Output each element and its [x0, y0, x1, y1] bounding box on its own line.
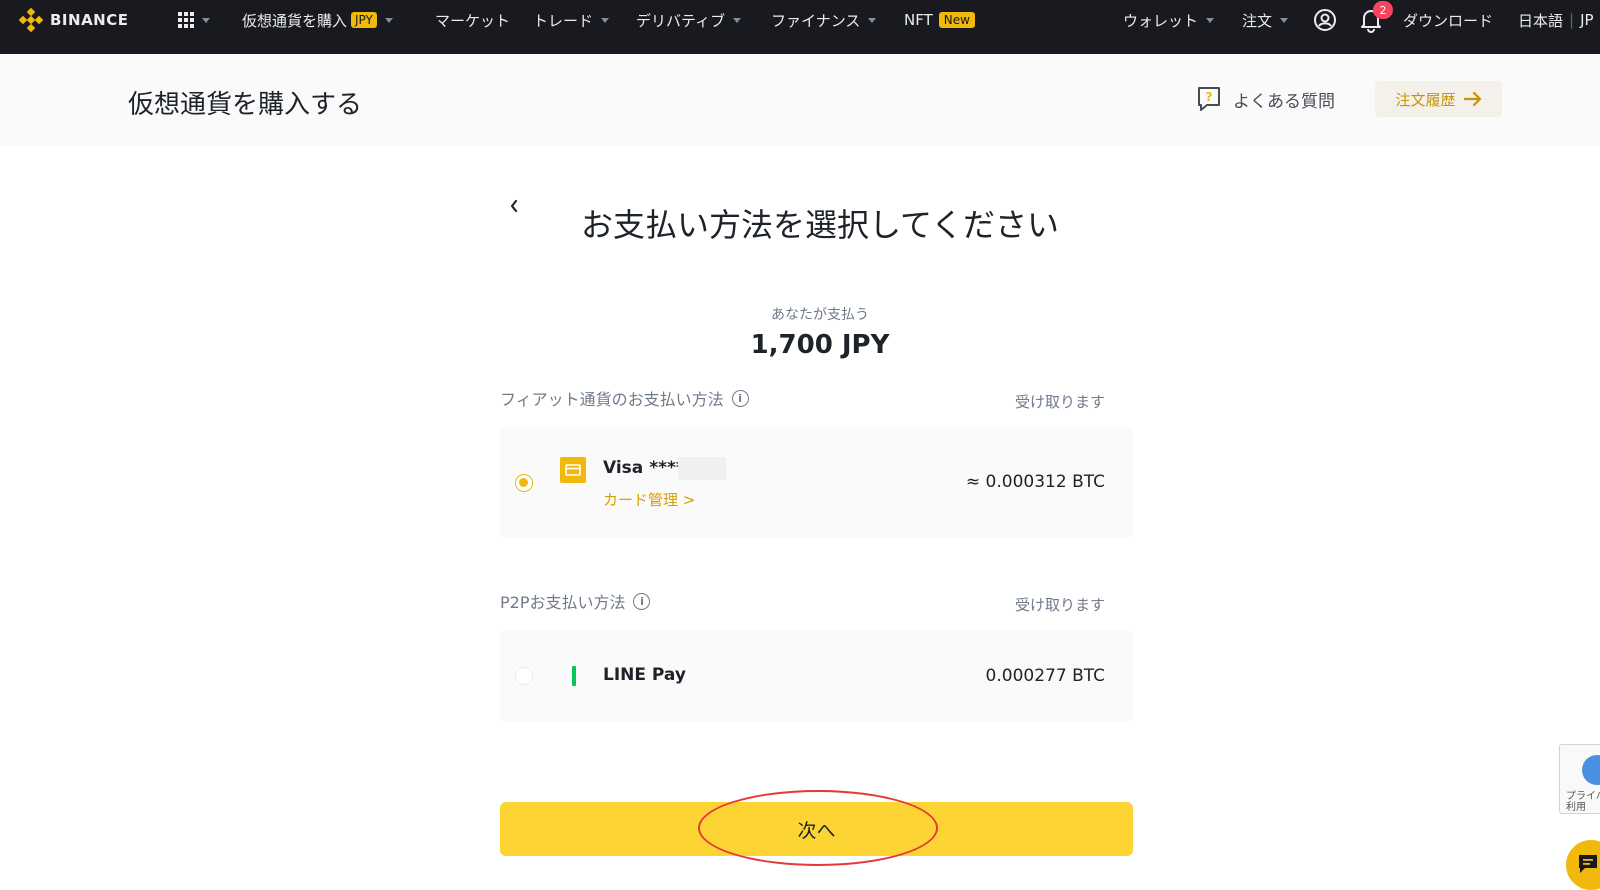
nav-trade[interactable]: トレード — [533, 0, 610, 40]
nav-markets-label: マーケット — [435, 11, 511, 30]
recaptcha-text-line2: 利用 — [1566, 802, 1586, 813]
p2p-radio[interactable] — [515, 667, 533, 685]
next-button[interactable]: 次へ — [500, 802, 1133, 856]
faq-link[interactable]: ? よくある質問 — [1197, 86, 1335, 112]
nav-finance-label: ファイナンス — [771, 11, 861, 30]
nav-trade-label: トレード — [533, 11, 594, 30]
binance-diamond-icon — [18, 7, 44, 33]
question-bubble-icon: ? — [1198, 87, 1220, 111]
nav-derivatives-label: デリバティブ — [636, 11, 726, 30]
top-navbar: BINANCE 仮想通貨を購入 JPY マーケット トレード デリバティブ ファ… — [0, 0, 1600, 54]
nav-derivatives[interactable]: デリバティブ — [636, 0, 742, 40]
notification-count-badge: 2 — [1373, 1, 1393, 19]
currency-label: JP — [1580, 11, 1594, 29]
apps-grid-icon — [178, 12, 194, 28]
card-icon — [560, 457, 586, 483]
p2p-section-title: P2Pお支払い方法 — [500, 593, 626, 612]
recaptcha-badge[interactable]: プライバ 利用 — [1559, 744, 1600, 814]
chevron-down-icon — [1280, 17, 1289, 23]
fiat-receive-label: 受け取ります — [1014, 393, 1105, 411]
chevron-down-icon — [868, 17, 877, 23]
chevron-down-icon — [601, 17, 610, 23]
masked-card-digits — [678, 457, 726, 480]
recaptcha-text-line1: プライバ — [1566, 791, 1600, 802]
faq-label: よくある質問 — [1233, 91, 1335, 112]
nav-download[interactable]: ダウンロード — [1403, 0, 1493, 40]
apps-menu-button[interactable] — [178, 0, 210, 40]
order-history-button[interactable]: 注文履歴 — [1375, 81, 1502, 117]
fiat-payment-option[interactable]: Visa **** カード管理 > ≈ 0.000312 BTC — [500, 427, 1133, 538]
account-button[interactable] — [1313, 0, 1337, 40]
page-header: 仮想通貨を購入する ? よくある質問 注文履歴 — [0, 54, 1600, 146]
currency-badge: JPY — [351, 12, 377, 28]
nav-nft-label: NFT — [904, 11, 933, 29]
chevron-down-icon — [733, 17, 742, 23]
recaptcha-text: プライバ 利用 — [1566, 791, 1600, 813]
fiat-radio[interactable] — [515, 474, 533, 492]
line-pay-icon — [572, 666, 576, 686]
nav-download-label: ダウンロード — [1403, 11, 1494, 30]
p2p-payment-option[interactable]: LINE Pay 0.000277 BTC — [500, 630, 1133, 722]
nav-wallet[interactable]: ウォレット — [1123, 0, 1215, 40]
fiat-section-label: フィアット通貨のお支払い方法 i — [500, 386, 749, 410]
manage-cards-link[interactable]: カード管理 > — [603, 489, 695, 510]
you-pay-amount: 1,700 JPY — [750, 330, 890, 360]
chat-icon — [1579, 855, 1597, 873]
nav-buy-crypto[interactable]: 仮想通貨を購入 JPY — [242, 0, 393, 40]
you-pay-label: あなたが支払う — [771, 307, 869, 323]
chevron-down-icon — [384, 17, 393, 23]
p2p-receive-label: 受け取ります — [1014, 596, 1105, 614]
fiat-section-title: フィアット通貨のお支払い方法 — [500, 390, 724, 409]
nav-nft[interactable]: NFT New — [904, 0, 975, 40]
language-label: 日本語 — [1518, 11, 1564, 30]
p2p-receive-amount: 0.000277 BTC — [985, 666, 1105, 686]
chevron-down-icon — [1206, 17, 1215, 23]
info-icon[interactable]: i — [731, 389, 749, 407]
svg-text:?: ? — [1206, 90, 1213, 104]
nav-finance[interactable]: ファイナンス — [771, 0, 877, 40]
nav-buy-crypto-label: 仮想通貨を購入 — [242, 11, 348, 30]
nav-divider: | — [1569, 11, 1575, 29]
fiat-receive-amount: ≈ 0.000312 BTC — [965, 472, 1105, 492]
page-title: 仮想通貨を購入する — [128, 90, 363, 120]
p2p-section-label: P2Pお支払い方法 i — [500, 589, 651, 613]
visa-card-name: Visa **** — [603, 458, 685, 478]
nav-markets[interactable]: マーケット — [435, 0, 510, 40]
info-icon[interactable]: i — [633, 592, 651, 610]
nav-wallet-label: ウォレット — [1123, 11, 1199, 30]
chevron-down-icon — [202, 17, 210, 23]
line-pay-name: LINE Pay — [603, 665, 686, 685]
nav-orders[interactable]: 注文 — [1242, 0, 1289, 40]
arrow-right-icon — [1463, 91, 1481, 107]
nav-orders-label: 注文 — [1242, 11, 1273, 30]
language-selector[interactable]: 日本語 | JP — [1518, 0, 1594, 40]
user-circle-icon — [1314, 9, 1336, 31]
brand-name: BINANCE — [50, 11, 129, 29]
payment-method-title: お支払い方法を選択してください — [580, 206, 1060, 244]
new-badge: New — [938, 12, 975, 28]
order-history-label: 注文履歴 — [1395, 90, 1456, 109]
binance-logo[interactable]: BINANCE — [18, 0, 129, 40]
recaptcha-logo-icon — [1582, 755, 1600, 785]
